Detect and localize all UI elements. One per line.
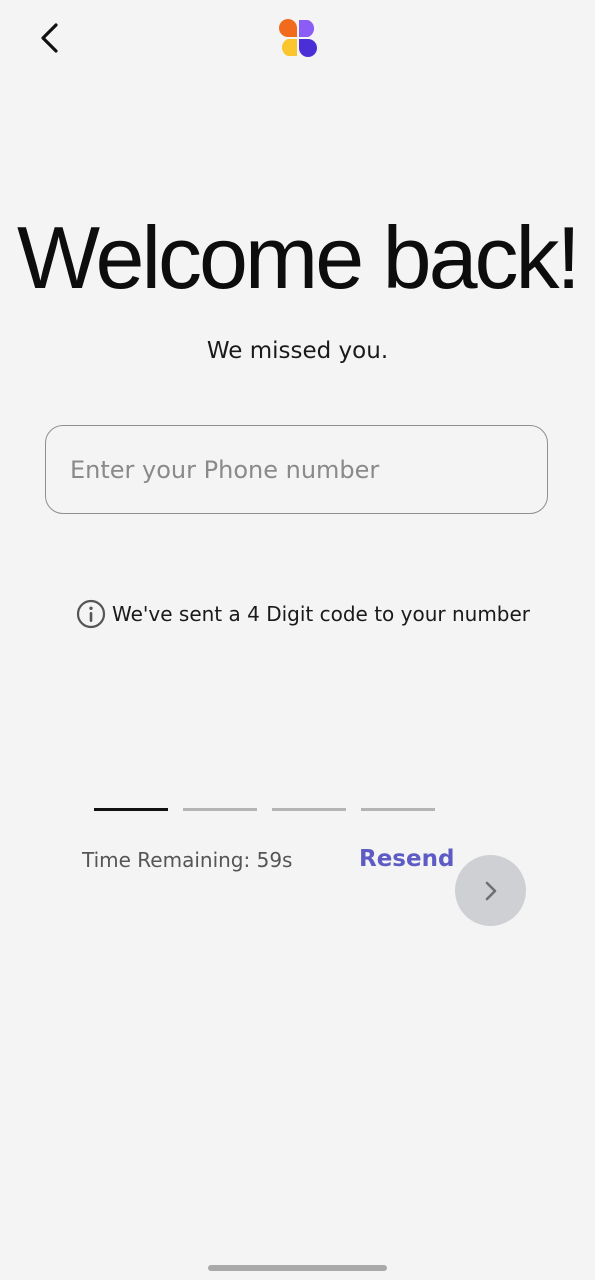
phone-number-input[interactable] — [45, 425, 548, 514]
page-subtitle: We missed you. — [206, 338, 389, 364]
login-screen: Welcome back! We missed you. We've sent … — [0, 0, 595, 1280]
four-petal-logo-icon — [279, 19, 317, 57]
code-sent-text: We've sent a 4 Digit code to your number — [112, 602, 531, 626]
info-circle-icon — [76, 599, 106, 629]
otp-digit-4[interactable] — [361, 808, 435, 811]
otp-digit-3[interactable] — [272, 808, 346, 811]
home-indicator[interactable] — [208, 1265, 387, 1271]
chevron-left-icon — [41, 23, 58, 53]
otp-digit-1[interactable] — [94, 808, 168, 811]
otp-code-input[interactable] — [94, 808, 435, 811]
page-title: Welcome back! — [17, 208, 581, 307]
app-logo — [278, 18, 318, 58]
back-button[interactable] — [30, 18, 70, 58]
code-sent-notice: We've sent a 4 Digit code to your number — [76, 598, 530, 630]
otp-digit-2[interactable] — [183, 808, 257, 811]
chevron-right-icon — [485, 881, 496, 900]
time-remaining-label: Time Remaining: 59s — [82, 848, 293, 872]
resend-button[interactable]: Resend — [359, 846, 454, 872]
next-button[interactable] — [455, 855, 526, 926]
